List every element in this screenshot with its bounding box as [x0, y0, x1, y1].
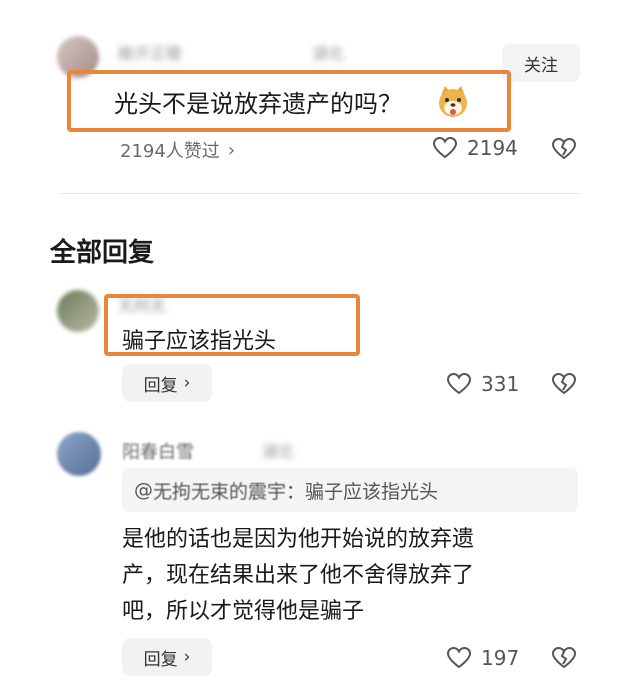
like-button[interactable]: 331	[447, 372, 519, 396]
like-count: 2194	[467, 136, 518, 160]
broken-heart-icon	[552, 138, 576, 160]
likes-summary-link[interactable]: 2194人赞过 ›	[120, 137, 235, 163]
heart-icon	[433, 137, 457, 159]
chevron-right-icon: ›	[227, 139, 236, 161]
location: 湖北	[312, 44, 345, 63]
reply-text-line: 吧，所以才觉得他是骗子	[122, 599, 365, 624]
like-count: 197	[481, 646, 520, 670]
location: 湖北	[262, 442, 295, 461]
reply-text: 是他的话也是因为他开始说的放弃遗 产，现在结果出来了他不舍得放弃了 吧，所以才觉…	[122, 522, 474, 630]
dog-face-emoji	[436, 84, 470, 118]
heart-icon	[447, 647, 471, 669]
broken-heart-icon	[552, 373, 576, 395]
username[interactable]: 敞开正暖	[118, 40, 182, 64]
dislike-button[interactable]	[552, 138, 576, 160]
avatar[interactable]	[57, 290, 99, 332]
username[interactable]: 阳春白雪	[122, 438, 194, 464]
reply-label: 回复	[143, 375, 178, 396]
reply-text-line: 产，现在结果出来了他不舍得放弃了	[122, 563, 475, 588]
comment-text: 光头不是说放弃遗产的吗？	[114, 90, 402, 118]
reply-label: 回复	[143, 649, 178, 670]
reply-button[interactable]: 回复 ›	[122, 638, 212, 676]
section-title: 全部回复	[50, 238, 155, 268]
reply-button[interactable]: 回复 ›	[122, 364, 212, 402]
broken-heart-icon	[552, 647, 576, 669]
like-button[interactable]: 2194	[433, 136, 518, 160]
like-count: 331	[481, 372, 520, 396]
quoted-text: ：骗子应该指光头	[286, 480, 439, 503]
chevron-right-icon: ›	[183, 373, 191, 393]
chevron-right-icon: ›	[183, 647, 191, 667]
follow-button[interactable]: 关注	[502, 44, 580, 82]
dislike-button[interactable]	[552, 647, 576, 669]
reply-text: 骗子应该指光头	[122, 329, 277, 354]
like-button[interactable]: 197	[447, 646, 519, 670]
likes-summary: 2194人赞过	[120, 141, 220, 162]
quoted-reply[interactable]: @ 无拘无束的震宇 ：骗子应该指光头	[122, 468, 578, 512]
divider	[60, 193, 580, 194]
heart-icon	[447, 373, 471, 395]
mention-prefix: @	[134, 479, 153, 501]
reply-text-line: 是他的话也是因为他开始说的放弃遗	[122, 527, 475, 552]
avatar[interactable]	[57, 432, 101, 476]
quoted-username[interactable]: 无拘无束的震宇	[153, 477, 286, 504]
dislike-button[interactable]	[552, 373, 576, 395]
